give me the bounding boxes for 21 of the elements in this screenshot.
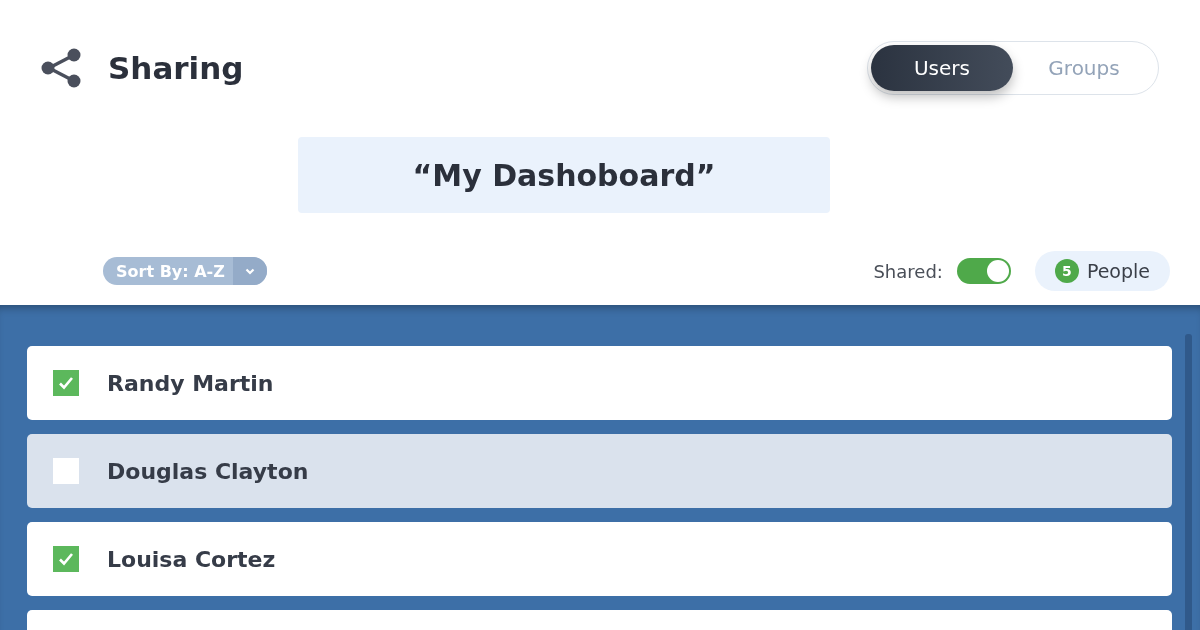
user-name: Randy Martin (107, 370, 274, 396)
checkbox[interactable] (53, 546, 79, 572)
checkbox[interactable] (53, 458, 79, 484)
checkbox[interactable] (53, 370, 79, 396)
check-icon (58, 376, 74, 390)
share-icon (40, 47, 82, 89)
user-name: Douglas Clayton (107, 458, 309, 484)
user-row[interactable]: Douglas Clayton (27, 434, 1172, 508)
scrollbar[interactable] (1185, 334, 1192, 630)
people-label: People (1086, 260, 1150, 282)
page-title: Sharing (108, 50, 244, 86)
count-badge: 5 (1054, 259, 1079, 283)
shared-toggle[interactable] (956, 258, 1011, 284)
shared-label: Shared: (873, 260, 943, 282)
user-row[interactable]: Louisa Cortez (27, 522, 1172, 596)
user-row[interactable]: Randy Martin (27, 346, 1172, 420)
view-tab[interactable]: Users (871, 45, 1013, 91)
check-icon (58, 552, 74, 566)
user-name: Louisa Cortez (107, 546, 276, 572)
dashboard-name: “My Dashoboard” (298, 137, 830, 213)
caret-icon (244, 267, 255, 275)
